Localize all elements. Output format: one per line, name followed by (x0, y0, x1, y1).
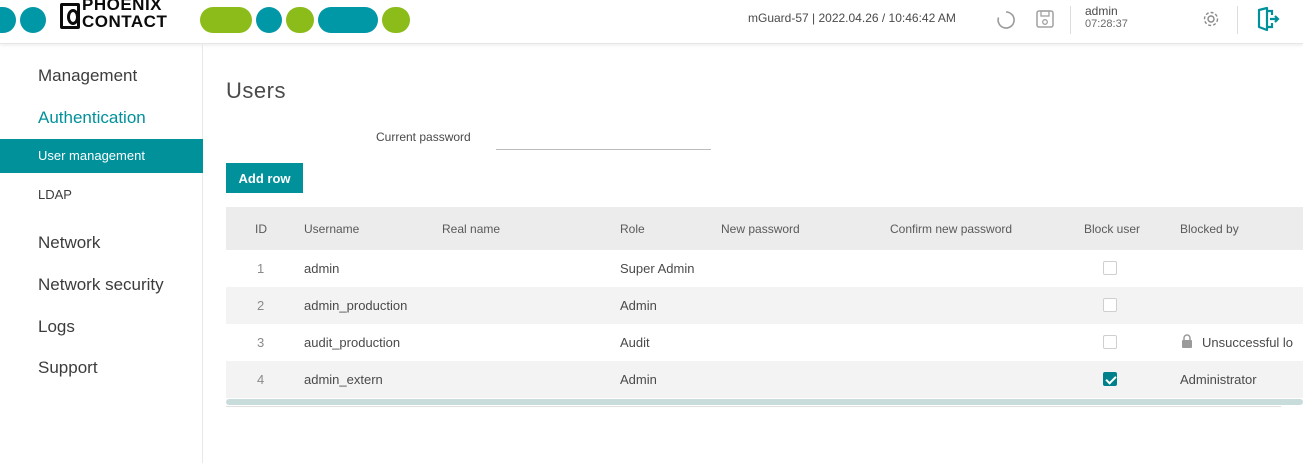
header-divider (1237, 6, 1238, 34)
column-header-username: Username (304, 222, 360, 236)
row-username[interactable]: audit_production (304, 335, 400, 350)
current-password-input[interactable] (496, 126, 711, 150)
row-role[interactable]: Admin (620, 298, 657, 313)
table-bottom-border (226, 406, 1281, 407)
column-header-blocked-by: Blocked by (1180, 222, 1239, 236)
lock-icon (1182, 334, 1192, 348)
row-username[interactable]: admin_extern (304, 372, 383, 387)
sidebar-item-support[interactable]: Support (0, 358, 203, 378)
sidebar-item-network[interactable]: Network (0, 233, 203, 253)
column-header-confirm-password: Confirm new password (890, 222, 1013, 236)
row-username[interactable]: admin (304, 261, 339, 276)
column-header-id: ID (255, 222, 267, 236)
column-header-role: Role (620, 222, 645, 236)
sidebar-item-user-management[interactable]: User management (0, 139, 203, 173)
row-id: 3 (257, 335, 265, 350)
table-row[interactable]: 3 audit_production Audit Unsuccessful lo (226, 324, 1303, 361)
header-divider (1070, 6, 1071, 34)
sidebar-item-network-security[interactable]: Network security (0, 275, 203, 295)
row-id: 2 (257, 298, 265, 313)
row-username[interactable]: admin_production (304, 298, 407, 313)
refresh-icon[interactable] (995, 9, 1017, 31)
table-row[interactable]: 1 admin Super Admin (226, 250, 1303, 287)
row-role[interactable]: Audit (620, 335, 650, 350)
column-header-block-user: Block user (1084, 222, 1141, 236)
row-blocked-by: Administrator (1180, 372, 1257, 387)
sidebar-item-ldap[interactable]: LDAP (0, 178, 203, 212)
session-time: 07:28:37 (1085, 18, 1128, 30)
column-header-new-password: New password (721, 222, 800, 236)
device-info: mGuard-57 | 2022.04.26 / 10:46:42 AM (748, 11, 956, 25)
logout-icon[interactable] (1254, 6, 1280, 32)
logo-text-line2: CONTACT (82, 12, 168, 31)
table-row[interactable]: 2 admin_production Admin (226, 287, 1303, 324)
sidebar-item-authentication[interactable]: Authentication (0, 108, 203, 128)
users-table: ID Username Real name Role New password … (226, 207, 1303, 407)
table-header: ID Username Real name Role New password … (226, 207, 1303, 250)
row-blocked-by: Unsuccessful lo (1202, 335, 1294, 350)
sidebar-item-logs[interactable]: Logs (0, 317, 203, 337)
block-user-checkbox[interactable] (1103, 261, 1117, 275)
add-row-button[interactable]: Add row (226, 163, 303, 193)
sidebar-item-management[interactable]: Management (0, 66, 203, 86)
sidebar-nav: Management Authentication User managemen… (0, 44, 203, 463)
top-header: PHOENIX CONTACT mGuard-57 | 2022.04.26 /… (0, 0, 1303, 44)
gear-icon[interactable] (1200, 8, 1222, 30)
row-role[interactable]: Super Admin (620, 261, 694, 276)
page-title: Users (226, 78, 286, 103)
current-password-label: Current password (376, 130, 471, 144)
block-user-checkbox[interactable] (1103, 335, 1117, 349)
row-role[interactable]: Admin (620, 372, 657, 387)
row-id: 4 (257, 372, 265, 387)
table-row[interactable]: 4 admin_extern Admin Administrator (226, 361, 1303, 398)
block-user-checkbox[interactable] (1103, 298, 1117, 312)
horizontal-scrollbar[interactable] (226, 399, 1303, 405)
column-header-real-name: Real name (442, 222, 501, 236)
user-name: admin (1085, 4, 1118, 18)
row-id: 1 (257, 261, 265, 276)
block-user-checkbox-checked[interactable] (1103, 372, 1117, 386)
save-icon[interactable] (1034, 8, 1056, 30)
